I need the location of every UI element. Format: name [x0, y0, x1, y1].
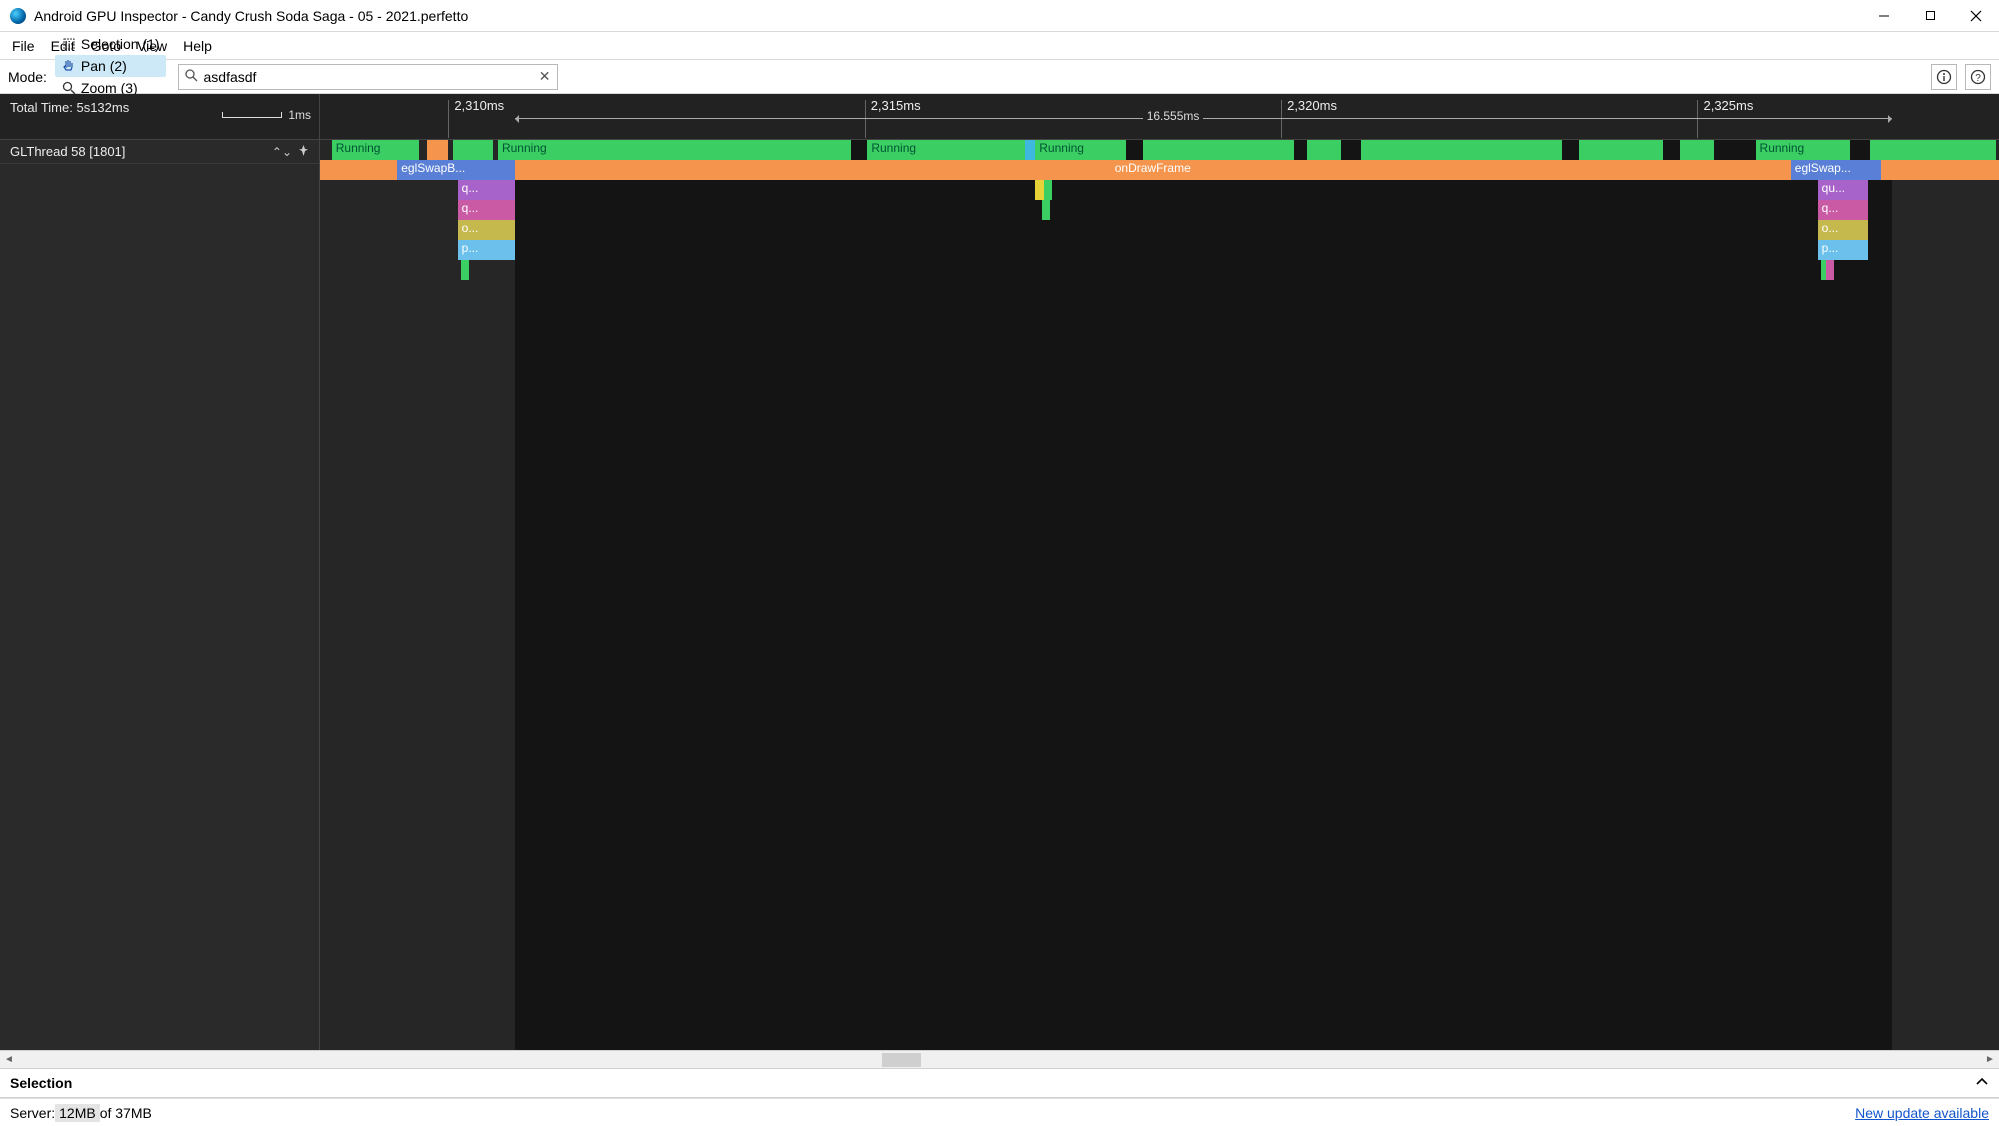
expand-selection-icon[interactable]: [1975, 1075, 1989, 1092]
close-button[interactable]: [1953, 0, 1999, 31]
statusbar: Server: 12MB of 37MB New update availabl…: [0, 1098, 1999, 1126]
track-row: [320, 260, 1999, 280]
ruler-tick: 2,315ms: [871, 98, 921, 113]
scroll-thumb[interactable]: [882, 1053, 921, 1067]
trace-span[interactable]: [1025, 140, 1035, 160]
tracks-pane[interactable]: RunningRunningRunningRunningRunningeglSw…: [320, 140, 1999, 1050]
trace-span[interactable]: q...: [1818, 200, 1868, 220]
search-icon: [185, 69, 198, 85]
trace-span[interactable]: Running: [867, 140, 1032, 160]
horizontal-scrollbar[interactable]: ◄ ►: [0, 1050, 1999, 1068]
trace-span[interactable]: [1579, 140, 1663, 160]
pin-icon[interactable]: [298, 145, 309, 159]
track-row: q... qu...: [320, 180, 1999, 200]
trace-span[interactable]: Running: [1035, 140, 1126, 160]
ruler-tick: 2,310ms: [454, 98, 504, 113]
trace-span[interactable]: [1307, 140, 1341, 160]
search-input[interactable]: [204, 69, 533, 85]
track-row: q... q...: [320, 200, 1999, 220]
track-label: GLThread 58 [1801]: [10, 144, 125, 159]
scroll-right-arrow[interactable]: ►: [1981, 1051, 1999, 1068]
search-box[interactable]: ✕: [178, 64, 558, 90]
server-mem-used: 12MB: [55, 1104, 100, 1122]
ruler-tick: 2,320ms: [1287, 98, 1337, 113]
trace-span[interactable]: [427, 140, 447, 160]
titlebar: Android GPU Inspector - Candy Crush Soda…: [0, 0, 1999, 32]
trace-span[interactable]: [1042, 200, 1050, 220]
trace-span[interactable]: o...: [458, 220, 515, 240]
window-controls: [1861, 0, 1999, 31]
trace-span[interactable]: [1361, 140, 1562, 160]
selection-icon: [61, 36, 77, 52]
mode-label: Mode:: [8, 69, 47, 85]
scroll-track[interactable]: [18, 1051, 1981, 1068]
trace-span[interactable]: [1143, 140, 1294, 160]
scale-label: 1ms: [288, 108, 311, 122]
collapse-icon[interactable]: ⌃⌄: [272, 145, 292, 159]
scroll-left-arrow[interactable]: ◄: [0, 1051, 18, 1068]
trace-span[interactable]: q...: [458, 200, 515, 220]
trace-span[interactable]: [461, 260, 469, 280]
trace-span[interactable]: Running: [1756, 140, 1850, 160]
trace-span[interactable]: p...: [1818, 240, 1868, 260]
trace-span[interactable]: p...: [458, 240, 515, 260]
scale-indicator: 1ms: [222, 108, 311, 122]
trace-span[interactable]: onDrawFrame: [515, 160, 1791, 180]
maximize-button[interactable]: [1907, 0, 1953, 31]
app-icon: [10, 8, 26, 24]
trace-span[interactable]: [453, 140, 493, 160]
svg-text:?: ?: [1975, 73, 1981, 84]
trace-span[interactable]: [1044, 180, 1052, 200]
track-label-row[interactable]: GLThread 58 [1801] ⌃⌄: [0, 140, 319, 164]
server-mem-total: of 37MB: [100, 1105, 152, 1121]
info-button[interactable]: [1931, 64, 1957, 90]
minimize-button[interactable]: [1861, 0, 1907, 31]
trace-span[interactable]: eglSwapB...: [397, 160, 515, 180]
timeline-ruler: Total Time: 5s132ms 1ms 2,310ms 2,315ms 2,…: [0, 94, 1999, 140]
window-title: Android GPU Inspector - Candy Crush Soda…: [34, 8, 1861, 24]
mode-pan-button[interactable]: Pan (2): [55, 55, 166, 77]
trace-span[interactable]: qu...: [1818, 180, 1868, 200]
trace-span[interactable]: [1826, 260, 1834, 280]
trace-span[interactable]: eglSwap...: [1791, 160, 1882, 180]
track-row: RunningRunningRunningRunningRunning: [320, 140, 1999, 160]
trace-span[interactable]: [1035, 180, 1043, 200]
trace-span[interactable]: [1870, 140, 1996, 160]
menubar: FileEditGotoViewHelp: [0, 32, 1999, 60]
trace-span[interactable]: [320, 160, 397, 180]
trace-span[interactable]: o...: [1818, 220, 1868, 240]
trace-span[interactable]: Running: [332, 140, 419, 160]
ruler-range-label: 16.555ms: [1143, 109, 1204, 123]
trace-span[interactable]: Running: [498, 140, 851, 160]
menu-item-help[interactable]: Help: [175, 35, 220, 57]
clear-search-icon[interactable]: ✕: [539, 68, 551, 85]
track-labels-column: GLThread 58 [1801] ⌃⌄: [0, 140, 320, 1050]
track-row: p... p...: [320, 240, 1999, 260]
track-row: o... o...: [320, 220, 1999, 240]
selection-title: Selection: [10, 1075, 72, 1091]
ruler-tick: 2,325ms: [1703, 98, 1753, 113]
track-row: eglSwapB...onDrawFrameeglSwap...: [320, 160, 1999, 180]
trace-span[interactable]: q...: [458, 180, 515, 200]
menu-item-file[interactable]: File: [4, 35, 43, 57]
selection-panel-header[interactable]: Selection: [0, 1068, 1999, 1098]
mode-selection-button[interactable]: Selection (1): [55, 33, 166, 55]
help-button[interactable]: ?: [1965, 64, 1991, 90]
trace-span[interactable]: [1680, 140, 1714, 160]
timeline[interactable]: Total Time: 5s132ms 1ms 2,310ms 2,315ms 2,…: [0, 94, 1999, 1050]
total-time-label: Total Time: 5s132ms: [10, 100, 129, 115]
server-label-prefix: Server:: [10, 1105, 55, 1121]
trace-span[interactable]: [1881, 160, 1999, 180]
toolbar: Mode: Selection (1)Pan (2)Zoom (3)Timing…: [0, 60, 1999, 94]
update-link[interactable]: New update available: [1855, 1105, 1989, 1121]
pan-icon: [61, 58, 77, 74]
